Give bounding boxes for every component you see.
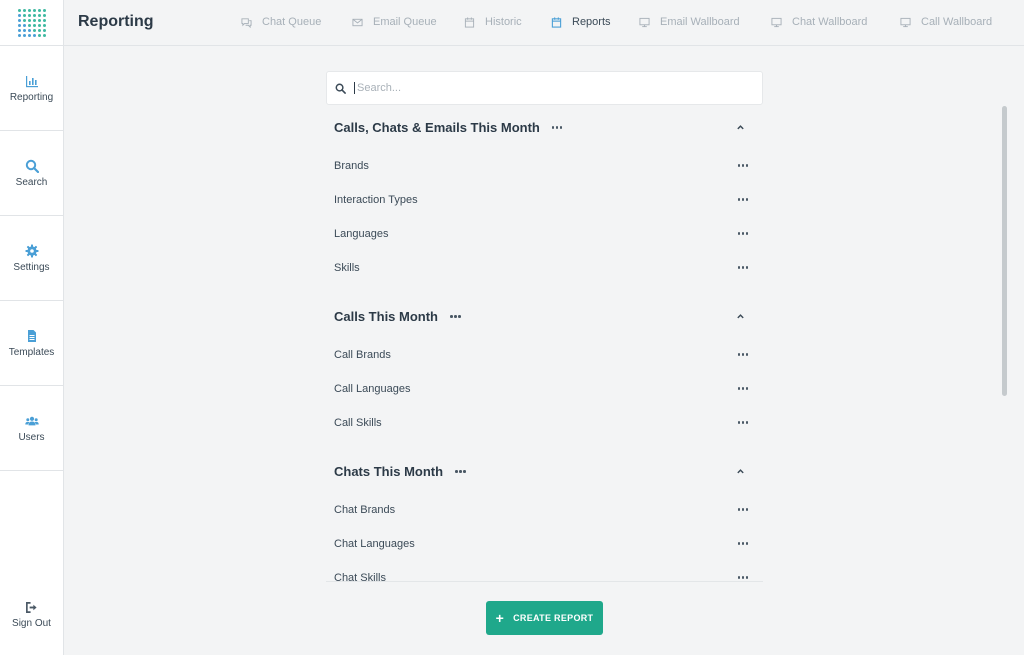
bar-chart-icon: [25, 75, 38, 87]
more-options-icon[interactable]: [455, 470, 466, 473]
calendar-icon: [551, 16, 562, 28]
sign-out-label: Sign Out: [12, 618, 51, 629]
report-item[interactable]: Call Skills: [334, 417, 748, 429]
more-options-icon[interactable]: [737, 353, 748, 356]
sidebar-item-label: Search: [15, 176, 48, 188]
more-options-icon[interactable]: [737, 232, 748, 235]
more-options-icon[interactable]: [737, 198, 748, 201]
tab-label: Historic: [485, 16, 522, 28]
report-item-label: Call Skills: [334, 417, 382, 429]
document-icon: [27, 329, 36, 342]
report-item[interactable]: Call Languages: [334, 383, 748, 395]
page-title: Reporting: [78, 13, 154, 30]
report-item-label: Interaction Types: [334, 194, 418, 206]
report-item-label: Languages: [334, 228, 389, 240]
chat-icon: [241, 17, 252, 28]
tab-chat-wallboard[interactable]: Chat Wallboard: [771, 16, 867, 28]
top-header: Reporting Chat Queue Email Queue Histori…: [64, 0, 1024, 46]
chevron-up-icon[interactable]: [736, 312, 745, 321]
section-header: Calls This Month: [334, 309, 461, 324]
report-list: Calls, Chats & Emails This Month Brands …: [326, 106, 763, 582]
section-header: Calls, Chats & Emails This Month: [334, 120, 563, 135]
gear-icon: [25, 244, 38, 257]
sidebar-item-label: Templates: [8, 346, 55, 358]
report-item-label: Chat Brands: [334, 504, 396, 516]
report-item-label: Chat Languages: [334, 538, 415, 550]
monitor-icon: [900, 17, 911, 27]
chevron-up-icon[interactable]: [736, 467, 745, 476]
report-item[interactable]: Languages: [334, 228, 748, 240]
section-title: Chats This Month: [334, 464, 444, 479]
report-item[interactable]: Interaction Types: [334, 194, 748, 206]
tab-label: Email Wallboard: [660, 16, 740, 28]
report-item-label: Chat Skills: [334, 572, 386, 582]
report-item[interactable]: Chat Skills: [334, 572, 748, 582]
tab-historic[interactable]: Historic: [464, 16, 522, 28]
report-item-label: Skills: [334, 262, 360, 274]
section-title: Calls, Chats & Emails This Month: [334, 120, 540, 135]
sidebar-item-label: Reporting: [9, 91, 54, 103]
more-options-icon[interactable]: [551, 126, 563, 129]
tab-chat-queue[interactable]: Chat Queue: [241, 16, 321, 28]
tab-label: Chat Queue: [262, 16, 322, 28]
monitor-icon: [639, 17, 650, 27]
plus-icon: +: [495, 610, 505, 626]
more-options-icon[interactable]: [450, 315, 461, 318]
search-icon: [335, 83, 346, 94]
create-report-button[interactable]: + CREATE REPORT: [486, 601, 603, 635]
search-input[interactable]: [354, 82, 734, 94]
sign-out-button[interactable]: Sign Out: [0, 601, 63, 629]
report-item-label: Brands: [334, 160, 369, 172]
more-options-icon[interactable]: [737, 387, 748, 390]
tab-call-wallboard[interactable]: Call Wallboard: [900, 16, 992, 28]
create-report-label: CREATE REPORT: [513, 613, 594, 623]
sidebar-item-templates[interactable]: Templates: [0, 301, 63, 386]
more-options-icon[interactable]: [737, 508, 748, 511]
sidebar-item-search[interactable]: Search: [0, 131, 63, 216]
more-options-icon[interactable]: [737, 576, 748, 579]
chevron-up-icon[interactable]: [736, 123, 745, 132]
report-item[interactable]: Chat Languages: [334, 538, 748, 550]
tab-email-wallboard[interactable]: Email Wallboard: [639, 16, 740, 28]
search-icon: [25, 159, 39, 173]
report-item-label: Call Languages: [334, 383, 411, 395]
tab-reports[interactable]: Reports: [551, 16, 611, 28]
more-options-icon[interactable]: [737, 542, 748, 545]
section-title: Calls This Month: [334, 309, 438, 324]
scrollbar[interactable]: [1002, 106, 1007, 396]
sidebar-item-label: Users: [18, 431, 45, 443]
users-icon: [24, 416, 39, 425]
report-item[interactable]: Call Brands: [334, 349, 748, 361]
report-item[interactable]: Chat Brands: [334, 504, 748, 516]
envelope-icon: [352, 18, 363, 26]
search-bar: [326, 71, 763, 105]
report-item[interactable]: Skills: [334, 262, 748, 274]
calendar-icon: [464, 16, 475, 28]
monitor-icon: [771, 17, 782, 27]
sidebar-item-label: Settings: [13, 261, 50, 273]
tab-email-queue[interactable]: Email Queue: [352, 16, 437, 28]
report-item-label: Call Brands: [334, 349, 391, 361]
sidebar-item-settings[interactable]: Settings: [0, 216, 63, 301]
sign-out-icon: [26, 602, 37, 613]
report-item[interactable]: Brands: [334, 160, 748, 172]
sidebar-item-users[interactable]: Users: [0, 386, 63, 471]
more-options-icon[interactable]: [737, 266, 748, 269]
tab-label: Reports: [572, 16, 611, 28]
tab-label: Chat Wallboard: [792, 16, 868, 28]
sidebar: Reporting Search Settings Templates User…: [0, 0, 64, 655]
more-options-icon[interactable]: [737, 164, 748, 167]
tab-label: Email Queue: [373, 16, 437, 28]
tab-label: Call Wallboard: [921, 16, 993, 28]
more-options-icon[interactable]: [737, 421, 748, 424]
section-header: Chats This Month: [334, 464, 466, 479]
logo-icon: [17, 8, 46, 37]
sidebar-item-reporting[interactable]: Reporting: [0, 46, 63, 131]
app-logo[interactable]: [0, 0, 63, 46]
